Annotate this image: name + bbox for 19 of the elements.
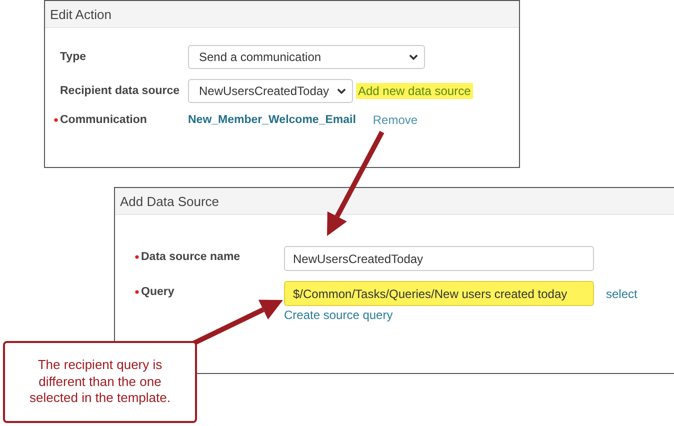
field-label: Query [141,286,174,298]
field-label: Communication [60,114,147,126]
panel-title: Edit Action [50,6,112,22]
callout: The recipient query is different than the one selected in the template. [3,341,197,423]
chevron-icon [337,88,346,94]
communication-link[interactable]: New_Member_Welcome_Email [188,114,356,126]
field-label: Type [60,51,86,63]
field-label: Recipient data source [60,85,180,97]
create-query-link[interactable]: Create source query [284,308,393,322]
field-label: Data source name [141,251,240,263]
select-link[interactable]: select [606,286,638,300]
text-field[interactable]: NewUsersCreatedToday [284,246,594,271]
chevron-icon [409,54,418,60]
add-data-source-link[interactable]: Add new data source [356,83,473,99]
panel-title: Add Data Source [120,194,220,208]
text-field[interactable]: $/Common/Tasks/Queries/New users created today [284,281,594,306]
dropdown[interactable]: Send a communication [188,45,425,69]
remove-link[interactable]: Remove [372,113,418,127]
dropdown[interactable]: NewUsersCreatedToday [188,79,353,103]
